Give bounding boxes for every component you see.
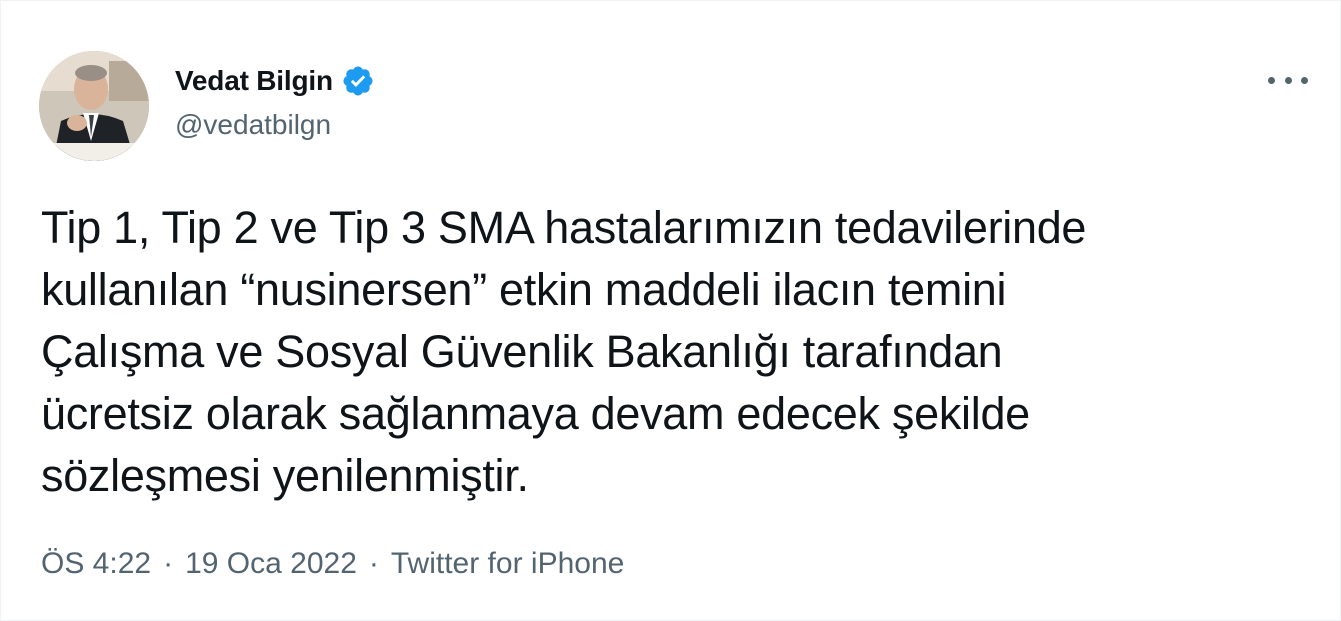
more-dot-icon xyxy=(1284,76,1292,84)
author-name-row[interactable]: Vedat Bilgin xyxy=(175,61,375,101)
avatar[interactable] xyxy=(39,51,149,161)
meta-separator: · xyxy=(368,547,379,580)
author-display-name[interactable]: Vedat Bilgin xyxy=(175,65,333,97)
more-options-button[interactable] xyxy=(1268,65,1308,95)
verified-badge-icon xyxy=(343,66,373,96)
tweet-text: Tip 1, Tip 2 ve Tip 3 SMA hastalarımızın… xyxy=(41,202,1087,501)
author-handle[interactable]: @vedatbilgn xyxy=(175,109,331,141)
tweet-source[interactable]: Twitter for iPhone xyxy=(391,547,624,581)
tweet-time[interactable]: ÖS 4:22 xyxy=(41,547,151,581)
more-dot-icon xyxy=(1268,76,1275,84)
more-dot-icon xyxy=(1301,76,1308,84)
tweet-date[interactable]: 19 Oca 2022 xyxy=(185,547,357,581)
tweet-card: Vedat Bilgin @vedatbilgn Tip 1, Tip 2 ve… xyxy=(0,0,1341,621)
meta-separator: · xyxy=(163,547,174,580)
avatar-image xyxy=(39,51,149,161)
tweet-metadata: ÖS 4:22 · 19 Oca 2022 · Twitter for iPho… xyxy=(41,547,624,581)
